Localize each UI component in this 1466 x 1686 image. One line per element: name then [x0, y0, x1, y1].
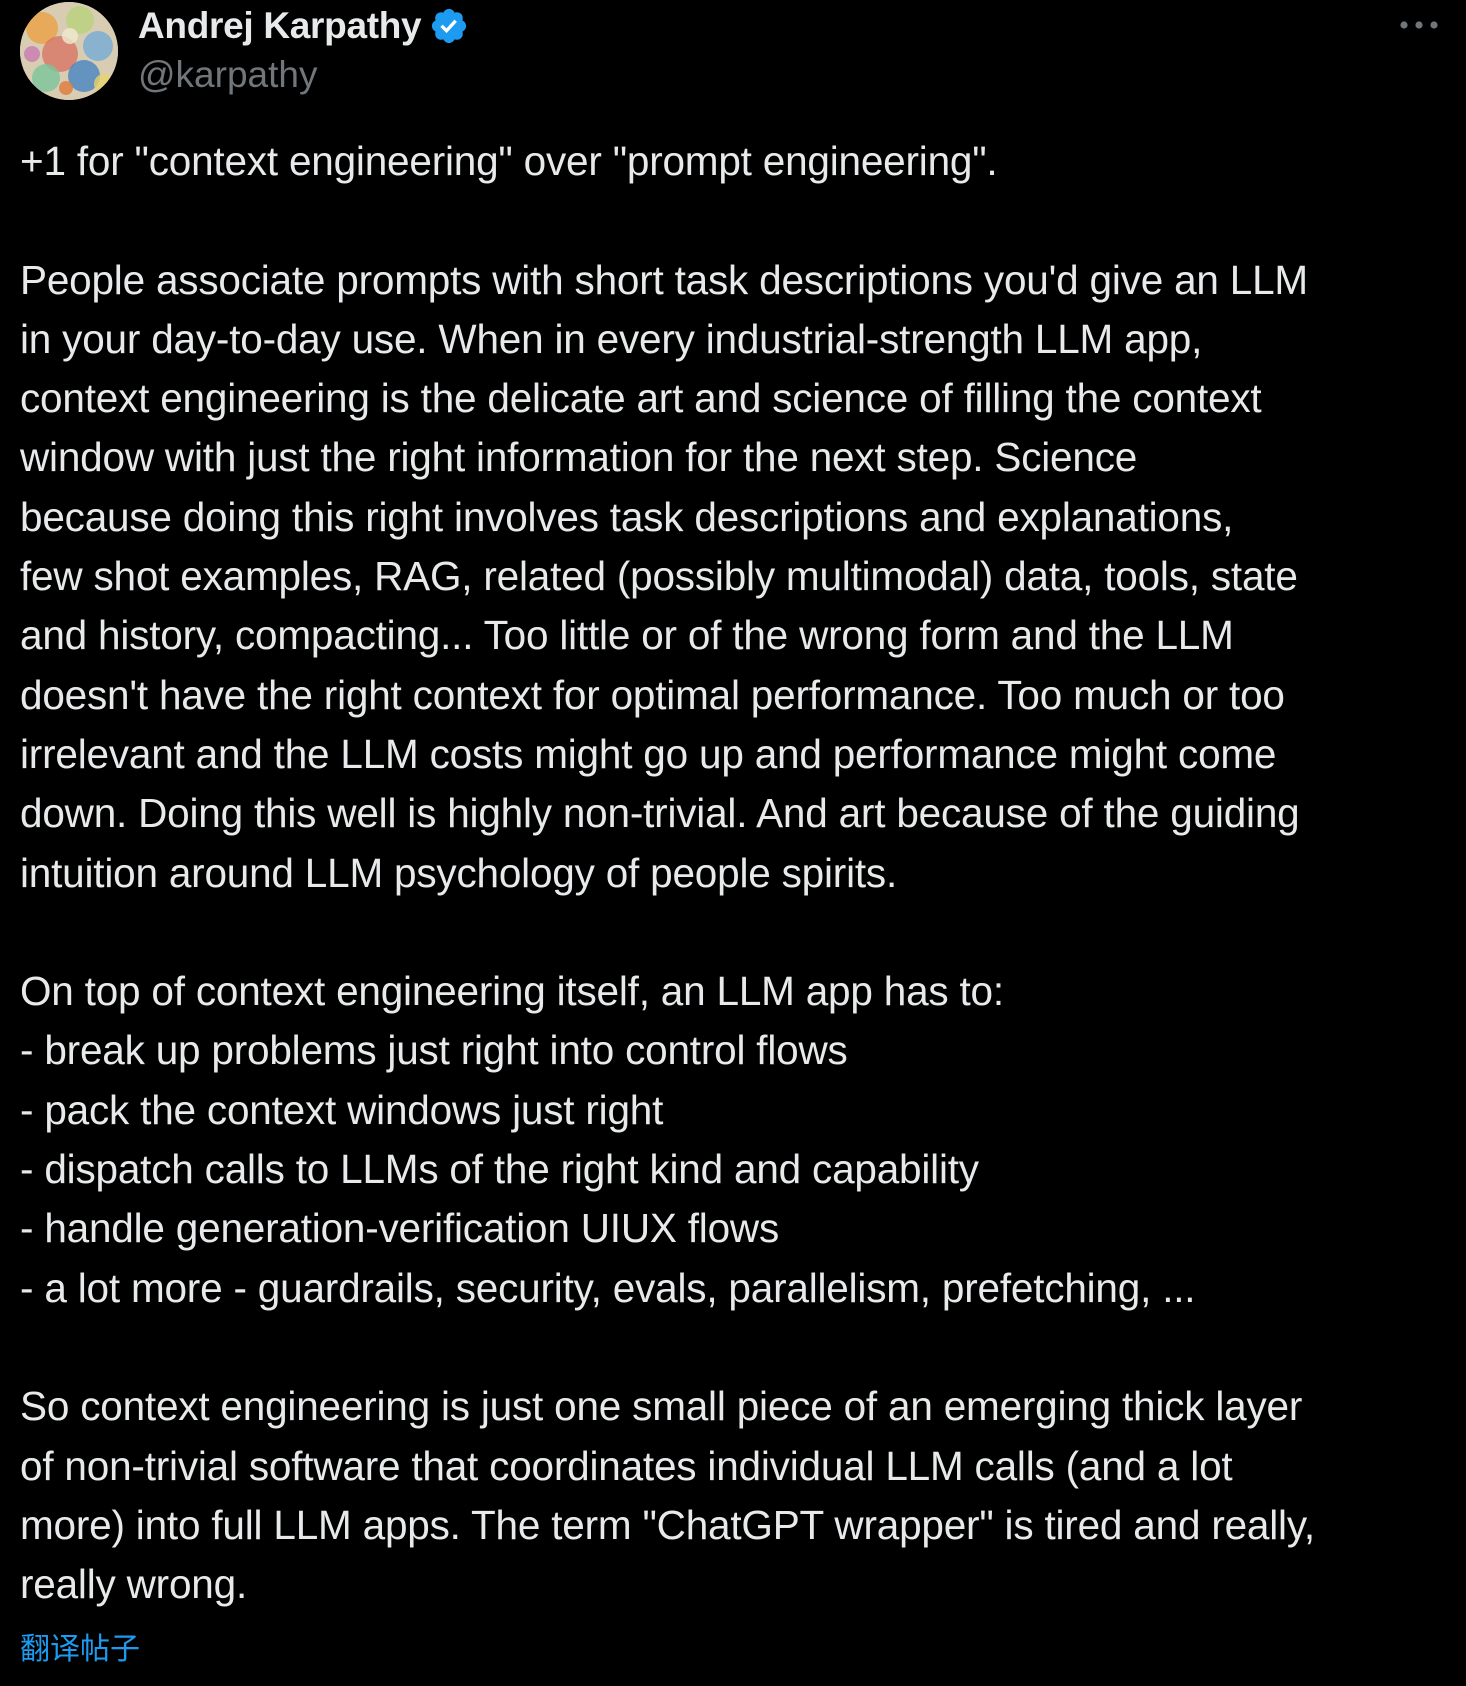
tweet-line: in your day-to-day use. When in every in… — [20, 315, 1203, 362]
tweet-line: - break up problems just right into cont… — [20, 1027, 848, 1074]
avatar-image — [20, 2, 118, 100]
tweet-line: more) into full LLM apps. The term "Chat… — [20, 1501, 1315, 1548]
tweet-line: - pack the context windows just right — [20, 1086, 664, 1133]
tweet-line: really wrong. — [20, 1561, 247, 1608]
tweet-line: - dispatch calls to LLMs of the right ki… — [20, 1146, 979, 1193]
tweet-line: - a lot more - guardrails, security, eva… — [20, 1264, 1196, 1311]
more-horizontal-icon — [1400, 21, 1438, 29]
tweet-line: few shot examples, RAG, related (possibl… — [20, 553, 1298, 600]
tweet-line: irrelevant and the LLM costs might go up… — [20, 730, 1277, 777]
tweet-line: People associate prompts with short task… — [20, 256, 1308, 303]
more-options-button[interactable] — [1396, 12, 1442, 38]
tweet-line: - handle generation-verification UIUX fl… — [20, 1205, 780, 1252]
tweet-line: intuition around LLM psychology of peopl… — [20, 849, 898, 896]
tweet-line: down. Doing this well is highly non-triv… — [20, 790, 1300, 837]
tweet-line: doesn't have the right context for optim… — [20, 671, 1285, 718]
tweet-line: window with just the right information f… — [20, 434, 1138, 481]
tweet-line: +1 for "context engineering" over "promp… — [20, 138, 998, 184]
verified-badge-icon — [432, 8, 467, 44]
author-handle[interactable]: @karpathy — [138, 54, 469, 96]
translate-post-link[interactable]: 翻译帖子 — [20, 1624, 140, 1668]
author-display-name[interactable]: Andrej Karpathy — [138, 5, 422, 47]
tweet-line: of non-trivial software that coordinates… — [20, 1442, 1233, 1489]
author-info: Andrej Karpathy @karpathy — [138, 0, 469, 96]
tweet-line: and history, compacting... Too little or… — [20, 612, 1234, 659]
tweet-line: So context engineering is just one small… — [20, 1383, 1303, 1430]
tweet-line: On top of context engineering itself, an… — [20, 968, 1004, 1015]
tweet-line: because doing this right involves task d… — [20, 493, 1234, 540]
name-row: Andrej Karpathy — [138, 0, 469, 52]
avatar[interactable] — [20, 2, 118, 100]
tweet-header: Andrej Karpathy @karpathy — [20, 0, 1446, 110]
tweet-text: +1 for "context engineering" over "promp… — [20, 132, 1446, 1614]
tweet-line: context engineering is the delicate art … — [20, 375, 1262, 422]
